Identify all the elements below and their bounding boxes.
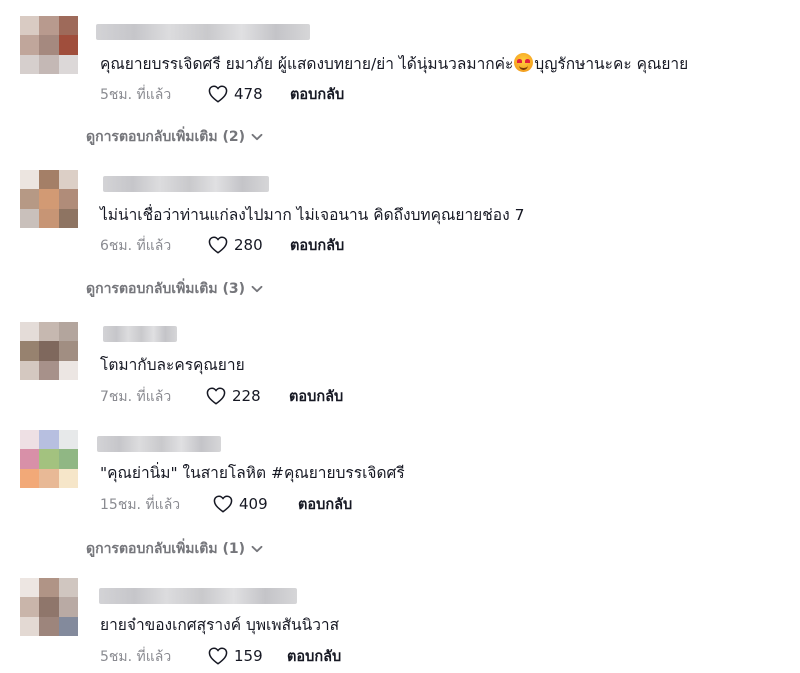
- like-button[interactable]: 478: [208, 85, 263, 103]
- username-blurred[interactable]: [103, 176, 269, 192]
- avatar[interactable]: [20, 170, 78, 228]
- view-more-replies-button[interactable]: ดูการตอบกลับเพิ่มเติม (2): [86, 128, 263, 146]
- heart-icon: [206, 387, 226, 405]
- view-more-replies-label: ดูการตอบกลับเพิ่มเติม (3): [86, 281, 246, 297]
- avatar[interactable]: [20, 322, 78, 380]
- like-count: 228: [232, 387, 261, 405]
- like-count: 409: [239, 495, 268, 513]
- avatar[interactable]: [20, 16, 78, 74]
- username-blurred[interactable]: [96, 24, 310, 40]
- username-blurred[interactable]: [99, 588, 297, 604]
- heart-icon: [208, 647, 228, 665]
- chevron-down-icon: [251, 545, 263, 553]
- heart-icon: [213, 495, 233, 513]
- reply-button[interactable]: ตอบกลับ: [298, 496, 352, 514]
- comment-time: 15ชม. ที่แล้ว: [100, 497, 181, 513]
- comment-text: คุณยายบรรเจิดศรี ยมาภัย ผู้แสดงบทยาย/ย่า…: [100, 53, 689, 73]
- comment-text: "คุณย่านิ่ม" ในสายโลหิต #คุณยายบรรเจิดศร…: [100, 464, 405, 482]
- smiling-face-with-heart-eyes-icon: [514, 53, 534, 72]
- like-count: 280: [234, 236, 263, 254]
- comment-text: โตมากับละครคุณยาย: [100, 356, 245, 374]
- chevron-down-icon: [251, 133, 263, 141]
- like-count: 478: [234, 85, 263, 103]
- heart-icon: [208, 85, 228, 103]
- comment-time: 5ชม. ที่แล้ว: [100, 649, 172, 665]
- heart-icon: [208, 236, 228, 254]
- comment-time: 5ชม. ที่แล้ว: [100, 87, 172, 103]
- comment-time: 7ชม. ที่แล้ว: [100, 389, 172, 405]
- like-button[interactable]: 159: [208, 647, 263, 665]
- comment-text: ยายจ๋าของเกศสุรางค์ บุพเพสันนิวาส: [100, 616, 340, 634]
- reply-button[interactable]: ตอบกลับ: [287, 648, 341, 666]
- view-more-replies-label: ดูการตอบกลับเพิ่มเติม (1): [86, 541, 246, 557]
- chevron-down-icon: [251, 285, 263, 293]
- username-blurred[interactable]: [103, 326, 177, 342]
- reply-button[interactable]: ตอบกลับ: [290, 237, 344, 255]
- like-button[interactable]: 228: [206, 387, 261, 405]
- reply-button[interactable]: ตอบกลับ: [290, 86, 344, 104]
- like-button[interactable]: 409: [213, 495, 268, 513]
- view-more-replies-button[interactable]: ดูการตอบกลับเพิ่มเติม (3): [86, 280, 263, 298]
- reply-button[interactable]: ตอบกลับ: [289, 388, 343, 406]
- view-more-replies-button[interactable]: ดูการตอบกลับเพิ่มเติม (1): [86, 540, 263, 558]
- like-button[interactable]: 280: [208, 236, 263, 254]
- avatar[interactable]: [20, 430, 78, 488]
- like-count: 159: [234, 647, 263, 665]
- avatar[interactable]: [20, 578, 78, 636]
- comment-text: ไม่น่าเชื่อว่าท่านแก่ลงไปมาก ไม่เจอนาน ค…: [100, 206, 525, 224]
- comment-time: 6ชม. ที่แล้ว: [100, 238, 172, 254]
- username-blurred[interactable]: [97, 436, 221, 452]
- view-more-replies-label: ดูการตอบกลับเพิ่มเติม (2): [86, 129, 246, 145]
